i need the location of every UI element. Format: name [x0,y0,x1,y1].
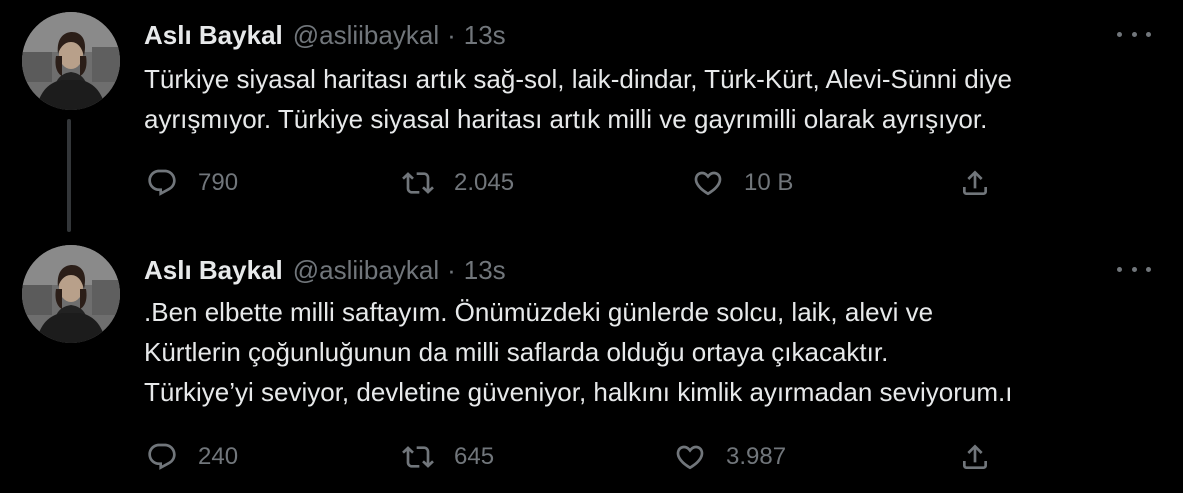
more-options-button[interactable] [1117,24,1151,44]
reply-button[interactable]: 790 [144,165,238,201]
heart-icon [690,165,726,201]
separator-dot: · [447,254,456,285]
like-button[interactable]: 3.987 [672,439,786,475]
separator-dot: · [447,19,456,50]
author-handle[interactable]: @asliibaykal [293,20,439,51]
more-icon [1117,266,1122,272]
tweet[interactable]: Aslı Baykal @asliibaykal · 13s Türkiye s… [0,0,1183,232]
reply-icon [144,165,180,201]
tweet-header: Aslı Baykal @asliibaykal · 13s [144,18,506,52]
share-icon [957,165,993,201]
reply-icon [144,439,180,475]
author-name[interactable]: Aslı Baykal [144,20,283,51]
reply-count: 240 [198,443,239,470]
reply-button[interactable]: 240 [144,439,238,475]
share-icon [957,439,993,475]
reply-count: 790 [198,169,239,196]
like-count: 10 B [744,169,794,196]
timestamp[interactable]: 13s [464,255,506,286]
timestamp[interactable]: 13s [464,20,506,51]
like-button[interactable]: 10 B [690,165,793,201]
more-icon [1117,31,1122,37]
author-handle[interactable]: @asliibaykal [293,255,439,286]
author-name[interactable]: Aslı Baykal [144,255,283,286]
tweet-text-line: ayrışmıyor. Türkiye siyasal haritası art… [144,104,988,134]
share-button[interactable] [957,165,993,201]
retweet-count: 645 [454,443,495,470]
retweet-button[interactable]: 2.045 [400,165,514,201]
profile-photo-icon [22,245,120,343]
like-count: 3.987 [726,443,787,470]
tweet-text: Türkiye siyasal haritası artık sağ-sol, … [144,59,1164,139]
tweet-actions: 240 645 3.987 [0,439,1183,475]
profile-photo-icon [22,12,120,110]
share-button[interactable] [957,439,993,475]
tweet-text-line: Türkiye’yi seviyor, devletine güveniyor,… [144,377,1013,407]
tweet-text-line: Kürtlerin çoğunluğunun da milli saflarda… [144,337,889,367]
retweet-icon [400,165,436,201]
retweet-count: 2.045 [454,169,515,196]
retweet-button[interactable]: 645 [400,439,494,475]
retweet-icon [400,439,436,475]
avatar[interactable] [22,12,120,110]
tweet-text-line: .Ben elbette milli saftayım. Önümüzdeki … [144,297,934,327]
tweet-actions: 790 2.045 10 B [0,165,1183,201]
tweet-header: Aslı Baykal @asliibaykal · 13s [144,253,506,287]
more-options-button[interactable] [1117,259,1151,279]
heart-icon [672,439,708,475]
tweet[interactable]: Aslı Baykal @asliibaykal · 13s .Ben elbe… [0,240,1183,493]
tweet-text-line: Türkiye siyasal haritası artık sağ-sol, … [144,64,1012,94]
tweet-text: .Ben elbette milli saftayım. Önümüzdeki … [144,292,1164,412]
avatar[interactable] [22,245,120,343]
